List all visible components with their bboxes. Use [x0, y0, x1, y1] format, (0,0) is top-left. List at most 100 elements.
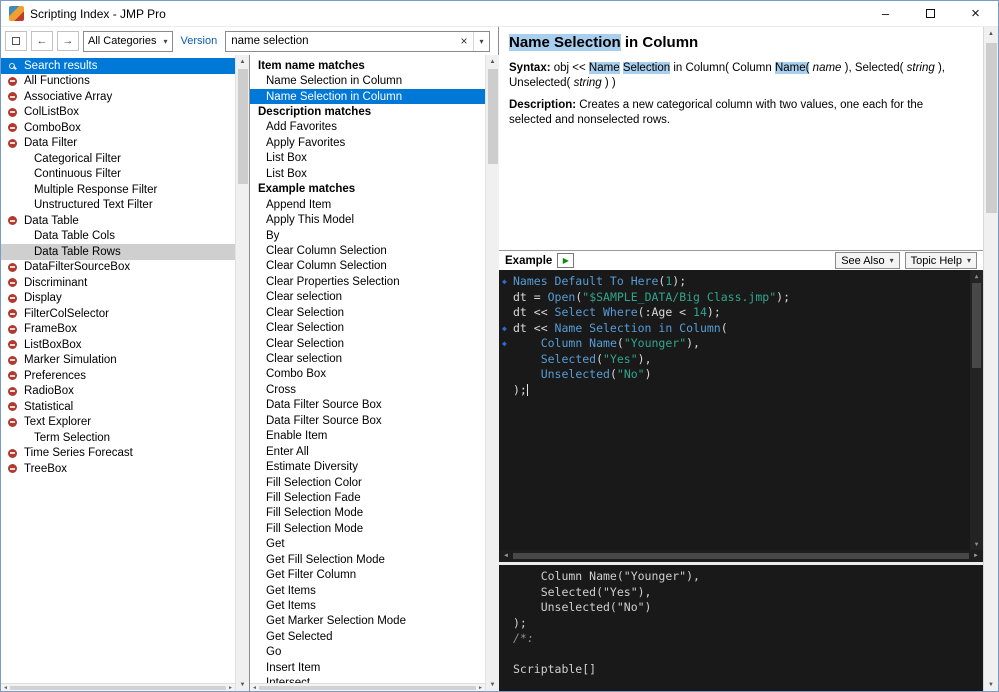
tree-item[interactable]: Text Explorer — [1, 415, 235, 431]
scroll-up-icon[interactable]: ▲ — [984, 27, 998, 40]
list-item[interactable]: Intersect — [250, 676, 485, 684]
scroll-thumb[interactable] — [513, 553, 969, 559]
list-item[interactable]: Fill Selection Mode — [250, 521, 485, 536]
list-item[interactable]: Append Item — [250, 197, 485, 212]
list-item[interactable]: Get Fill Selection Mode — [250, 552, 485, 567]
scroll-thumb[interactable] — [488, 69, 498, 164]
tree-item[interactable]: Discriminant — [1, 275, 235, 291]
tree-item[interactable]: Time Series Forecast — [1, 446, 235, 462]
tree-item[interactable]: DataFilterSourceBox — [1, 260, 235, 276]
tree-item[interactable]: Multiple Response Filter — [1, 182, 235, 198]
scroll-up-icon[interactable]: ▲ — [970, 270, 983, 282]
list-item[interactable]: Apply This Model — [250, 212, 485, 227]
scroll-left-icon[interactable]: ◄ — [3, 685, 8, 691]
scroll-down-icon[interactable]: ▼ — [236, 678, 249, 691]
list-item[interactable]: Clear selection — [250, 351, 485, 366]
clear-search-button[interactable]: × — [455, 34, 473, 48]
list-item[interactable]: Clear Column Selection — [250, 259, 485, 274]
list-item[interactable]: List Box — [250, 151, 485, 166]
tree-hscrollbar[interactable]: ◄ ► — [1, 683, 235, 691]
list-item[interactable]: Apply Favorites — [250, 135, 485, 150]
scroll-right-icon[interactable]: ► — [478, 685, 483, 691]
list-item[interactable]: Clear Column Selection — [250, 243, 485, 258]
topic-help-button[interactable]: Topic Help ▾ — [905, 252, 977, 269]
minimize-button[interactable]: – — [863, 1, 908, 26]
list-item[interactable]: Fill Selection Fade — [250, 490, 485, 505]
tree-item[interactable]: Search results — [1, 58, 235, 74]
scroll-right-icon[interactable]: ► — [228, 685, 233, 691]
list-item[interactable]: Combo Box — [250, 367, 485, 382]
tree-item[interactable]: Data Filter — [1, 136, 235, 152]
maximize-button[interactable] — [908, 1, 953, 26]
scroll-thumb[interactable] — [259, 686, 476, 690]
list-item[interactable]: Clear Properties Selection — [250, 274, 485, 289]
tree-item[interactable]: ListBoxBox — [1, 337, 235, 353]
close-button[interactable]: × — [953, 1, 998, 26]
tree-item[interactable]: Associative Array — [1, 89, 235, 105]
tree-item[interactable]: Statistical — [1, 399, 235, 415]
list-item[interactable]: Name Selection in Column — [250, 89, 485, 104]
tree-item[interactable]: FrameBox — [1, 322, 235, 338]
scroll-left-icon[interactable]: ◄ — [252, 685, 257, 691]
list-item[interactable]: List Box — [250, 166, 485, 181]
back-button[interactable]: ← — [31, 31, 53, 51]
scroll-up-icon[interactable]: ▲ — [486, 55, 499, 68]
list-item[interactable]: Clear selection — [250, 290, 485, 305]
log-panel[interactable]: Column Name("Younger"), Selected("Yes"),… — [499, 565, 983, 691]
tree-item[interactable]: Unstructured Text Filter — [1, 198, 235, 214]
index-home-button[interactable] — [5, 31, 27, 51]
list-hscrollbar[interactable]: ◄ ► — [250, 683, 485, 691]
run-example-button[interactable]: ▶ — [557, 253, 574, 268]
tree-item[interactable]: ComboBox — [1, 120, 235, 136]
tree-item[interactable]: Marker Simulation — [1, 353, 235, 369]
example-code-editor[interactable]: ◆Names Default To Here(1);dt = Open("$SA… — [499, 270, 983, 550]
editor-vscrollbar[interactable]: ▲ ▼ — [970, 270, 983, 550]
list-item[interactable]: Add Favorites — [250, 120, 485, 135]
tree-item[interactable]: Display — [1, 291, 235, 307]
list-item[interactable]: Data Filter Source Box — [250, 413, 485, 428]
list-vscrollbar[interactable]: ▲ ▼ — [485, 55, 499, 691]
list-item[interactable]: Get Items — [250, 598, 485, 613]
tree-item[interactable]: Term Selection — [1, 430, 235, 446]
scroll-down-icon[interactable]: ▼ — [486, 678, 499, 691]
list-item[interactable]: Name Selection in Column — [250, 73, 485, 88]
list-item[interactable]: Get Selected — [250, 629, 485, 644]
list-item[interactable]: Cross — [250, 382, 485, 397]
tree-item[interactable]: Data Table Cols — [1, 229, 235, 245]
list-item[interactable]: Go — [250, 645, 485, 660]
list-item[interactable]: Clear Selection — [250, 336, 485, 351]
see-also-button[interactable]: See Also ▾ — [835, 252, 899, 269]
category-filter-dropdown[interactable]: All Categories ▾ — [83, 31, 173, 52]
scroll-thumb[interactable] — [986, 43, 997, 213]
list-item[interactable]: Data Filter Source Box — [250, 398, 485, 413]
tree-item[interactable]: Data Table — [1, 213, 235, 229]
tree-item[interactable]: ColListBox — [1, 105, 235, 121]
editor-hscrollbar[interactable]: ◄ ► — [499, 550, 983, 562]
scroll-thumb[interactable] — [238, 69, 248, 184]
search-dropdown-button[interactable]: ▾ — [473, 32, 489, 51]
list-item[interactable]: Get Marker Selection Mode — [250, 614, 485, 629]
tree-item[interactable]: All Functions — [1, 74, 235, 90]
list-item[interactable]: Get Filter Column — [250, 567, 485, 582]
list-item[interactable]: Clear Selection — [250, 305, 485, 320]
forward-button[interactable]: → — [57, 31, 79, 51]
tree-item[interactable]: Categorical Filter — [1, 151, 235, 167]
tree-item[interactable]: Preferences — [1, 368, 235, 384]
list-item[interactable]: Estimate Diversity — [250, 459, 485, 474]
tree-item[interactable]: Data Table Rows — [1, 244, 235, 260]
list-item[interactable]: Get Items — [250, 583, 485, 598]
detail-vscrollbar[interactable]: ▲ ▼ — [983, 27, 998, 691]
tree-item[interactable]: TreeBox — [1, 461, 235, 477]
scroll-up-icon[interactable]: ▲ — [236, 55, 249, 68]
scroll-thumb[interactable] — [972, 283, 981, 368]
tree-vscrollbar[interactable]: ▲ ▼ — [235, 55, 249, 691]
scroll-down-icon[interactable]: ▼ — [970, 538, 983, 550]
tree-item[interactable]: Continuous Filter — [1, 167, 235, 183]
scroll-down-icon[interactable]: ▼ — [984, 678, 998, 691]
list-item[interactable]: Clear Selection — [250, 320, 485, 335]
scroll-thumb[interactable] — [10, 686, 226, 690]
list-item[interactable]: Insert Item — [250, 660, 485, 675]
tree-item[interactable]: RadioBox — [1, 384, 235, 400]
list-item[interactable]: Get — [250, 537, 485, 552]
search-input[interactable] — [226, 32, 455, 51]
